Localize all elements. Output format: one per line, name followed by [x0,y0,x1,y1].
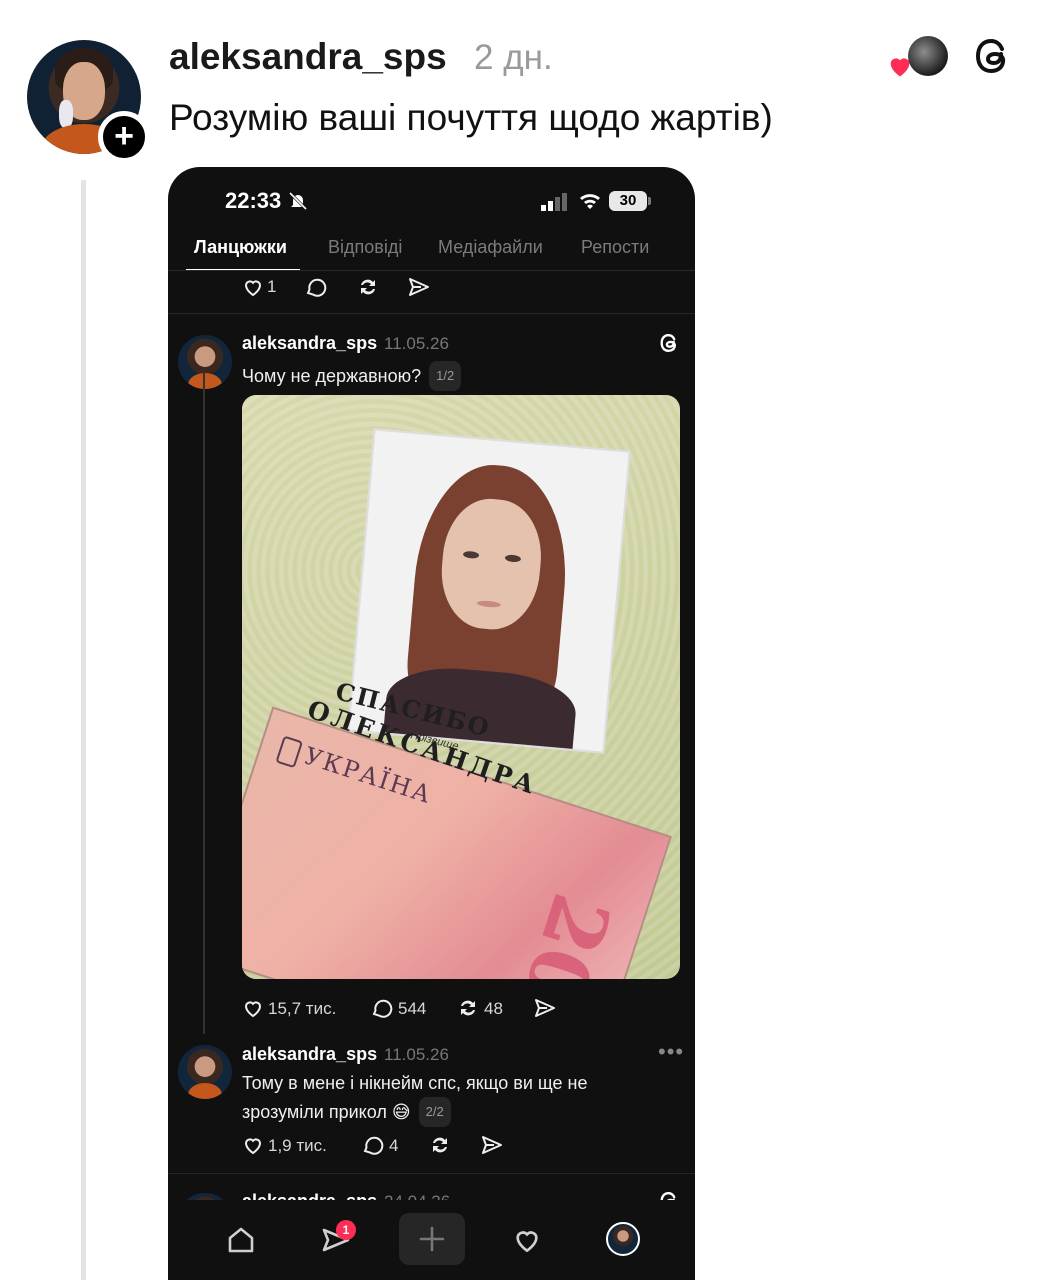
repost-count: 48 [484,999,503,1018]
heart-icon[interactable] [241,275,265,299]
comment-icon[interactable] [304,275,328,299]
thread-line [81,180,86,1280]
comment-icon[interactable] [370,996,394,1020]
bottom-navigation: 1 [168,1200,695,1280]
liker-avatar[interactable] [908,36,948,76]
thread-line [203,372,205,1034]
signal-icon [541,193,567,211]
new-post-button[interactable] [399,1213,465,1265]
post-username[interactable]: aleksandra_sps [242,333,377,354]
more-icon[interactable]: ••• [658,1039,684,1065]
heart-icon[interactable] [241,996,265,1020]
wifi-icon [580,194,600,209]
post-photo[interactable]: УКРАЇНА 200 СПАСИБО Прізвище ОЛЕКСАНДРА [242,395,680,979]
post-date: 11.05.26 [384,334,449,353]
repost-icon[interactable] [428,1133,452,1157]
like-count: 1 [267,277,277,296]
status-time: 22:33 [225,188,282,213]
follow-button[interactable]: + [98,111,150,163]
heart-icon[interactable] [241,1133,265,1157]
notification-badge: 1 [336,1220,356,1240]
tab-media[interactable]: Медіафайли [438,237,543,258]
plus-icon [419,1226,445,1252]
home-icon[interactable] [225,1224,257,1256]
page-indicator: 2/2 [418,1097,451,1127]
post-time: 2 дн. [474,38,553,77]
threads-icon[interactable] [657,331,681,355]
tab-replies[interactable]: Відповіді [328,237,402,258]
heart-icon[interactable] [511,1224,543,1256]
battery-indicator: 30 [609,191,647,211]
comment-count: 544 [398,999,427,1018]
comment-count: 4 [389,1136,399,1155]
tab-reposts[interactable]: Репости [581,237,649,258]
comment-icon[interactable] [361,1133,385,1157]
avatar[interactable] [178,335,232,389]
post-text: Тому в мене і нікнейм спс, якщо ви ще не… [242,1069,587,1127]
profile-avatar[interactable] [606,1222,640,1256]
post-username[interactable]: aleksandra_sps [242,1044,377,1065]
repost-icon[interactable] [456,996,480,1020]
post-text: Розумію ваші почуття щодо жартів) [169,97,773,138]
embedded-screenshot: 22:33 30 Ланцюжки Відповіді Медіафайли Р… [168,167,695,1280]
post-text: Чому не державною? 1/2 [242,361,462,391]
share-icon[interactable] [407,275,431,299]
share-icon[interactable] [533,996,557,1020]
repost-icon[interactable] [356,275,380,299]
author-username[interactable]: aleksandra_sps [169,36,447,78]
share-icon[interactable] [480,1133,504,1157]
tab-threads[interactable]: Ланцюжки [194,237,287,258]
page-indicator: 1/2 [429,361,462,391]
bell-off-icon [288,191,308,211]
threads-icon[interactable] [970,33,1014,79]
like-count: 1,9 тис. [268,1136,327,1155]
like-count: 15,7 тис. [268,999,337,1018]
post-date: 11.05.26 [384,1045,449,1064]
avatar[interactable] [178,1045,232,1099]
